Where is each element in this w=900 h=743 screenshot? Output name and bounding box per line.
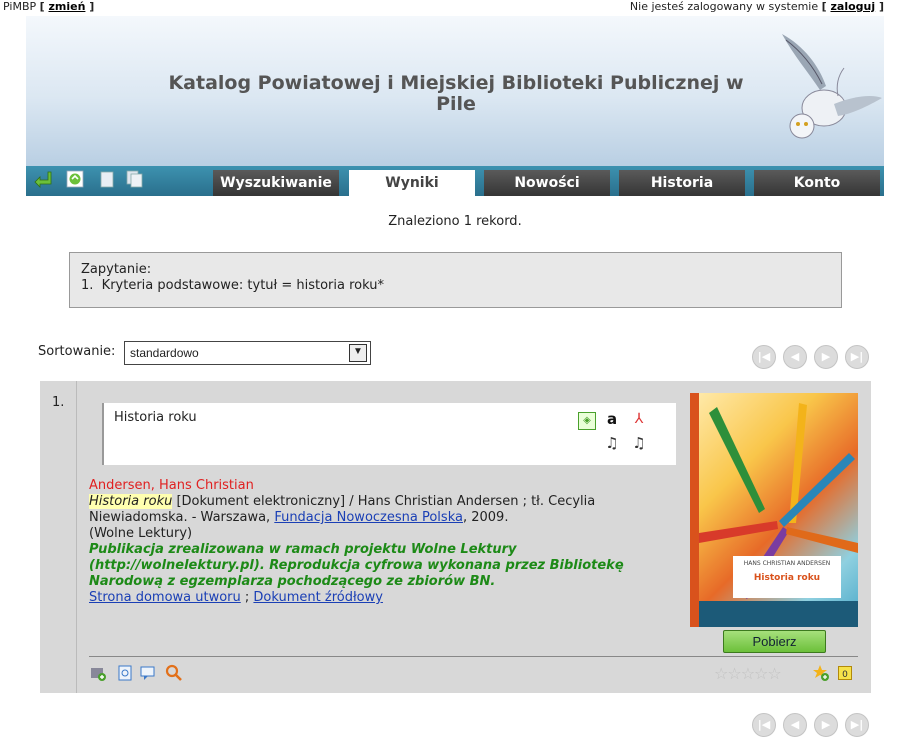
publisher-link[interactable]: Fundacja Nowoczesna Polska [274,510,463,525]
next-page-icon-bottom[interactable]: ▶ [814,713,838,737]
refresh-icon[interactable] [66,170,84,188]
login-status: Nie jesteś zalogowany w systemie [ zalog… [629,0,884,13]
change-library-link[interactable]: zmień [48,0,85,13]
svg-text:0: 0 [842,670,848,680]
cover-author: HANS CHRISTIAN ANDERSEN [743,560,831,567]
catalog-title: Katalog Powiatowej i Miejskiej Bibliotek… [168,72,744,115]
audio-icon[interactable]: ♫ [604,435,620,451]
online-access-icon[interactable]: ◈ [578,412,596,430]
record-title: Historia roku [114,410,197,425]
query-box: Zapytanie: 1. Kryteria podstawowe: tytuł… [69,252,842,308]
found-count: Znaleziono 1 rekord. [388,214,522,229]
record-note: Publikacja zrealizowana w ramach projekt… [89,542,624,589]
download-button[interactable]: Pobierz [723,630,826,653]
prev-page-icon[interactable]: ◀ [783,345,807,369]
query-criteria: 1. Kryteria podstawowe: tytuł = historia… [81,278,384,293]
homepage-link[interactable]: Strona domowa utworu [89,590,241,605]
record-number-column [40,381,77,693]
prev-page-icon-bottom[interactable]: ◀ [783,713,807,737]
library-selector: PiMBP [ zmień ] [3,0,95,13]
tab-wyniki[interactable]: Wyniki [349,170,475,196]
pdf-icon[interactable]: ⅄ [631,411,647,427]
tab-nowosci[interactable]: Nowości [484,170,610,196]
add-rating-icon[interactable] [812,664,830,682]
record-series: (Wolne Lektury) [89,526,193,541]
query-label: Zapytanie: [81,262,152,277]
source-document-link[interactable]: Dokument źródłowy [253,590,383,605]
cover-title: Historia roku [753,573,821,583]
tab-wyszukiwanie[interactable]: Wyszukiwanie [213,170,339,196]
top-bar: PiMBP [ zmień ] Nie jesteś zalogowany w … [0,0,900,16]
login-link[interactable]: zaloguj [831,0,876,13]
copy-all-icon[interactable] [126,170,144,188]
last-page-icon-bottom[interactable]: ▶| [845,713,869,737]
record-author[interactable]: Andersen, Hans Christian [89,478,689,494]
first-page-icon-bottom[interactable]: |◀ [752,713,776,737]
record-description: Andersen, Hans Christian Historia roku [… [89,478,689,606]
header-banner: Katalog Powiatowej i Miejskiej Bibliotek… [26,16,884,166]
tab-historia[interactable]: Historia [619,170,745,196]
next-page-icon[interactable]: ▶ [814,345,838,369]
comment-icon[interactable] [140,665,156,681]
cover-footer [699,601,858,627]
record-title-highlight: Historia roku [89,494,173,509]
record-number: 1. [52,395,65,410]
amazon-icon[interactable]: a [604,411,620,427]
back-icon[interactable] [34,170,52,188]
sort-select-value: standardowo [130,346,199,360]
library-code: PiMBP [3,0,37,13]
rating-count-icon: 0 [838,666,852,680]
record-header: Historia roku ◈ a ⅄ ♫ ♫ [102,403,676,465]
links-separator: ; [240,590,254,605]
record-links: Strona domowa utworu ; Dokument źródłowy [89,590,689,606]
nav-bar: Wyszukiwanie Wyniki Nowości Historia Kon… [26,166,884,196]
record-desc-2: , 2009. [462,510,509,525]
sort-label: Sortowanie: [38,344,116,359]
cover-label: HANS CHRISTIAN ANDERSEN Historia roku [733,556,841,598]
rating-stars[interactable]: ☆☆☆☆☆ [714,664,782,683]
chevron-down-icon[interactable]: ▼ [349,344,367,362]
copy-icon[interactable] [98,170,116,188]
details-icon[interactable] [117,665,133,681]
record-bibliographic: Historia roku [Dokument elektroniczny] /… [89,494,689,526]
login-status-text: Nie jesteś zalogowany w systemie [629,0,819,13]
search-similar-icon[interactable] [165,664,183,682]
book-cover[interactable]: HANS CHRISTIAN ANDERSEN Historia roku [690,393,858,627]
sort-select[interactable]: standardowo ▼ [124,341,371,365]
first-page-icon[interactable]: |◀ [752,345,776,369]
add-to-basket-icon[interactable] [90,665,106,681]
tab-konto[interactable]: Konto [754,170,880,196]
last-page-icon[interactable]: ▶| [845,345,869,369]
owl-logo-icon [782,34,882,139]
audio-icon-2[interactable]: ♫ [631,435,647,451]
record-divider [89,656,858,657]
